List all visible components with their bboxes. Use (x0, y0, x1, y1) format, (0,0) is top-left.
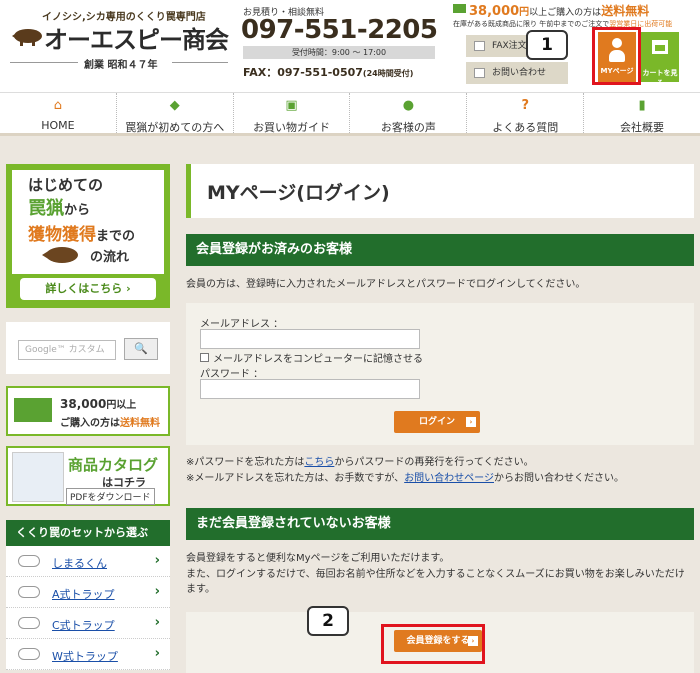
list-item[interactable]: W式トラップ › (6, 639, 170, 670)
chevron-right-icon: › (154, 615, 160, 630)
search-input[interactable]: Google™ カスタム (18, 340, 116, 360)
fax-info: FAX：097-551-0507(24時間受付) (243, 66, 414, 79)
chevron-right-icon: › (154, 553, 160, 568)
building-icon: ▮ (638, 98, 646, 113)
pdf-download-link[interactable]: PDFをダウンロード (66, 488, 155, 505)
fax-icon (474, 41, 485, 51)
trap-icon (18, 648, 40, 660)
nav-company[interactable]: ▮ 会社概要 (583, 93, 700, 134)
question-icon: ? (521, 98, 529, 113)
login-form: メールアドレス ： メールアドレスをコンピューターに記憶させる パスワード ： … (186, 303, 694, 445)
mail-icon (474, 68, 485, 78)
cart-icon: ▣ (285, 98, 298, 113)
cart-icon (652, 40, 668, 54)
logo-divider-left (10, 62, 78, 63)
login-button[interactable]: ログイン › (394, 411, 480, 433)
nav-customer-voice[interactable]: ● お客様の声 (349, 93, 466, 134)
registered-section-title: 会員登録がお済みのお客様 (186, 234, 694, 266)
trap-icon (18, 555, 40, 567)
trap-icon (18, 617, 40, 629)
beginner-flow-banner[interactable]: はじめての 罠猟から 獲物獲得までの の流れ 詳しくはこちら › (6, 164, 170, 308)
forgot-email-note: ※メールアドレスを忘れた方は、お手数ですが、お問い合わせページからお問い合わせく… (186, 473, 624, 484)
chevron-right-icon: › (466, 417, 476, 427)
callout-1: 1 (526, 30, 568, 60)
logo-divider-right (172, 62, 228, 63)
callout-2: 2 (307, 606, 349, 636)
founded-text: 創業 昭和４７年 (84, 60, 158, 71)
free-shipping-banner[interactable]: 38,000円以上 ご購入の方は送料無料 (6, 386, 170, 436)
boar-logo-icon[interactable] (10, 24, 44, 46)
shop-name-logo[interactable]: オーエスピー商会 (44, 20, 229, 55)
catalog-thumbnail (12, 452, 64, 502)
chevron-right-icon: › (154, 646, 160, 661)
global-nav: ⌂ HOME ◆ 罠猟が初めての方へ ▣ お買い物ガイド ● お客様の声 ? よくある質問… (0, 92, 700, 136)
unregistered-section-title: まだ会員登録されていないお客様 (186, 508, 694, 540)
beginner-mark-icon: ◆ (169, 98, 180, 113)
list-item[interactable]: C式トラップ › (6, 608, 170, 639)
search-button[interactable]: 🔍 (124, 338, 158, 360)
page-title-box: MYページ(ログイン) (186, 164, 694, 218)
catalog-banner[interactable]: 商品カタログ はコチラ PDFをダウンロード (6, 446, 170, 506)
list-item[interactable]: しまるくん › (6, 546, 170, 577)
remember-label: メールアドレスをコンピューターに記憶させる (213, 354, 423, 365)
trap-icon (18, 586, 40, 598)
speech-bubble-icon: ● (402, 98, 415, 113)
house-icon: ⌂ (53, 98, 63, 113)
truck-icon (14, 398, 52, 422)
cart-button[interactable]: カートを見る (641, 32, 679, 87)
banner-details-button[interactable]: 詳しくはこちら › (20, 278, 156, 300)
nav-beginners[interactable]: ◆ 罠猟が初めての方へ (115, 93, 233, 134)
forgot-password-link[interactable]: こちら (304, 457, 334, 468)
remember-checkbox[interactable] (200, 353, 209, 362)
email-label: メールアドレス ： (200, 319, 284, 330)
search-icon: 🔍 (134, 342, 148, 355)
nav-home[interactable]: ⌂ HOME (0, 93, 116, 133)
unregistered-description-1: 会員登録をすると便利なMyページをご利用いただけます。 (186, 553, 450, 564)
unregistered-description-2: また、ログインするだけで、毎回お名前や住所などを入力することなくスムーズにお買い… (186, 569, 685, 595)
email-field[interactable] (200, 329, 420, 349)
password-field[interactable] (200, 379, 420, 399)
list-item[interactable]: A式トラップ › (6, 577, 170, 608)
contact-button[interactable]: お問い合わせ (466, 62, 568, 84)
page-title: MYページ(ログイン) (207, 182, 390, 204)
trap-set-list: しまるくん › A式トラップ › C式トラップ › W式トラップ › (6, 546, 170, 670)
registered-description: 会員の方は、登録時に入力されたメールアドレスとパスワードでログインしてください。 (186, 279, 586, 290)
nav-shopping-guide[interactable]: ▣ お買い物ガイド (232, 93, 350, 134)
boar-illustration-icon (42, 247, 78, 263)
highlight-register (381, 624, 485, 664)
password-label: パスワード ： (200, 369, 264, 380)
contact-page-link[interactable]: お問い合わせページ (404, 473, 494, 484)
trap-set-heading: くくり罠のセットから選ぶ (6, 520, 170, 546)
chevron-right-icon: › (154, 584, 160, 599)
nav-faq[interactable]: ? よくある質問 (466, 93, 583, 134)
free-shipping-notice: 38,000円以上ご購入の方は送料無料 (469, 4, 650, 19)
business-hours: 受付時間：9:00 ～ 17:00 (243, 46, 435, 59)
phone-number: 097-551-2205 (241, 15, 438, 45)
forgot-password-note: ※パスワードを忘れた方はこちらからパスワードの再発行を行ってください。 (186, 457, 534, 468)
highlight-mypage (592, 27, 641, 85)
site-search: Google™ カスタム 🔍 (6, 322, 170, 374)
